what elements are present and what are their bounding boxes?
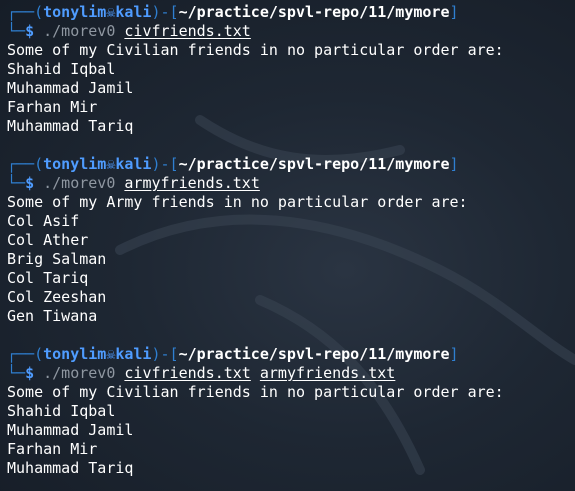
skull-icon: ☠ <box>106 345 116 363</box>
prompt-frame-end-icon: ] <box>449 345 459 363</box>
prompt-frame-top-icon: ┌──( <box>7 3 44 21</box>
output-line: Farhan Mir <box>7 98 98 116</box>
command-argument: armyfriends.txt <box>124 174 260 192</box>
skull-icon: ☠ <box>106 155 116 173</box>
output-line: Gen Tiwana <box>7 307 98 325</box>
skull-icon: ☠ <box>106 3 116 21</box>
output-line: Muhammad Tariq <box>7 459 134 477</box>
prompt-user: tonylim <box>43 345 107 363</box>
prompt-header-line: ┌──(tonylim☠kali)-[~/practice/spvl-repo/… <box>7 3 575 22</box>
prompt-frame-top-icon: ┌──( <box>7 155 44 173</box>
output-line: Col Tariq <box>7 269 89 287</box>
prompt-frame-bottom-icon: └─ <box>7 22 26 40</box>
prompt-path: ~/practice/spvl-repo/11/mymore <box>178 3 450 21</box>
prompt-frame-mid-icon: )-[ <box>151 345 179 363</box>
prompt-user: tonylim <box>43 155 107 173</box>
prompt-frame-end-icon: ] <box>449 155 459 173</box>
prompt-path: ~/practice/spvl-repo/11/mymore <box>178 155 450 173</box>
prompt-header-line: ┌──(tonylim☠kali)-[~/practice/spvl-repo/… <box>7 345 575 364</box>
command-name: ./morev0 <box>43 22 116 40</box>
command-line[interactable]: └─$ ./morev0 civfriends.txt armyfriends.… <box>7 364 575 383</box>
output-line: Muhammad Jamil <box>7 421 134 439</box>
output-line: Shahid Iqbal <box>7 402 116 420</box>
command-line[interactable]: └─$ ./morev0 civfriends.txt <box>7 22 575 41</box>
output-line: Muhammad Jamil <box>7 79 134 97</box>
output-line: Muhammad Tariq <box>7 117 134 135</box>
prompt-user: tonylim <box>43 3 107 21</box>
prompt-frame-bottom-icon: └─ <box>7 174 26 192</box>
prompt-frame-top-icon: ┌──( <box>7 345 44 363</box>
prompt-path: ~/practice/spvl-repo/11/mymore <box>178 345 450 363</box>
output-line: Some of my Civilian friends in no partic… <box>7 383 504 401</box>
command-argument: civfriends.txt <box>124 364 251 382</box>
prompt-symbol: $ <box>25 364 35 382</box>
command-name: ./morev0 <box>43 364 116 382</box>
prompt-host: kali <box>115 155 152 173</box>
output-line: Shahid Iqbal <box>7 60 116 78</box>
prompt-host: kali <box>115 3 152 21</box>
prompt-frame-bottom-icon: └─ <box>7 364 26 382</box>
prompt-frame-mid-icon: )-[ <box>151 3 179 21</box>
output-line: Farhan Mir <box>7 440 98 458</box>
output-line: Brig Salman <box>7 250 107 268</box>
prompt-host: kali <box>115 345 152 363</box>
command-argument: armyfriends.txt <box>259 364 396 382</box>
prompt-symbol: $ <box>25 174 35 192</box>
terminal-window[interactable]: ┌──(tonylim☠kali)-[~/practice/spvl-repo/… <box>0 0 575 491</box>
prompt-symbol: $ <box>25 22 35 40</box>
output-line: Some of my Army friends in no particular… <box>7 193 468 211</box>
output-line: Col Asif <box>7 212 80 230</box>
command-line[interactable]: └─$ ./morev0 armyfriends.txt <box>7 174 575 193</box>
output-line: Some of my Civilian friends in no partic… <box>7 41 504 59</box>
prompt-header-line: ┌──(tonylim☠kali)-[~/practice/spvl-repo/… <box>7 155 575 174</box>
prompt-frame-mid-icon: )-[ <box>151 155 179 173</box>
command-name: ./morev0 <box>43 174 116 192</box>
prompt-frame-end-icon: ] <box>449 3 459 21</box>
output-line: Col Ather <box>7 231 89 249</box>
terminal-content: ┌──(tonylim☠kali)-[~/practice/spvl-repo/… <box>7 3 575 478</box>
command-argument: civfriends.txt <box>124 22 251 40</box>
output-line: Col Zeeshan <box>7 288 107 306</box>
